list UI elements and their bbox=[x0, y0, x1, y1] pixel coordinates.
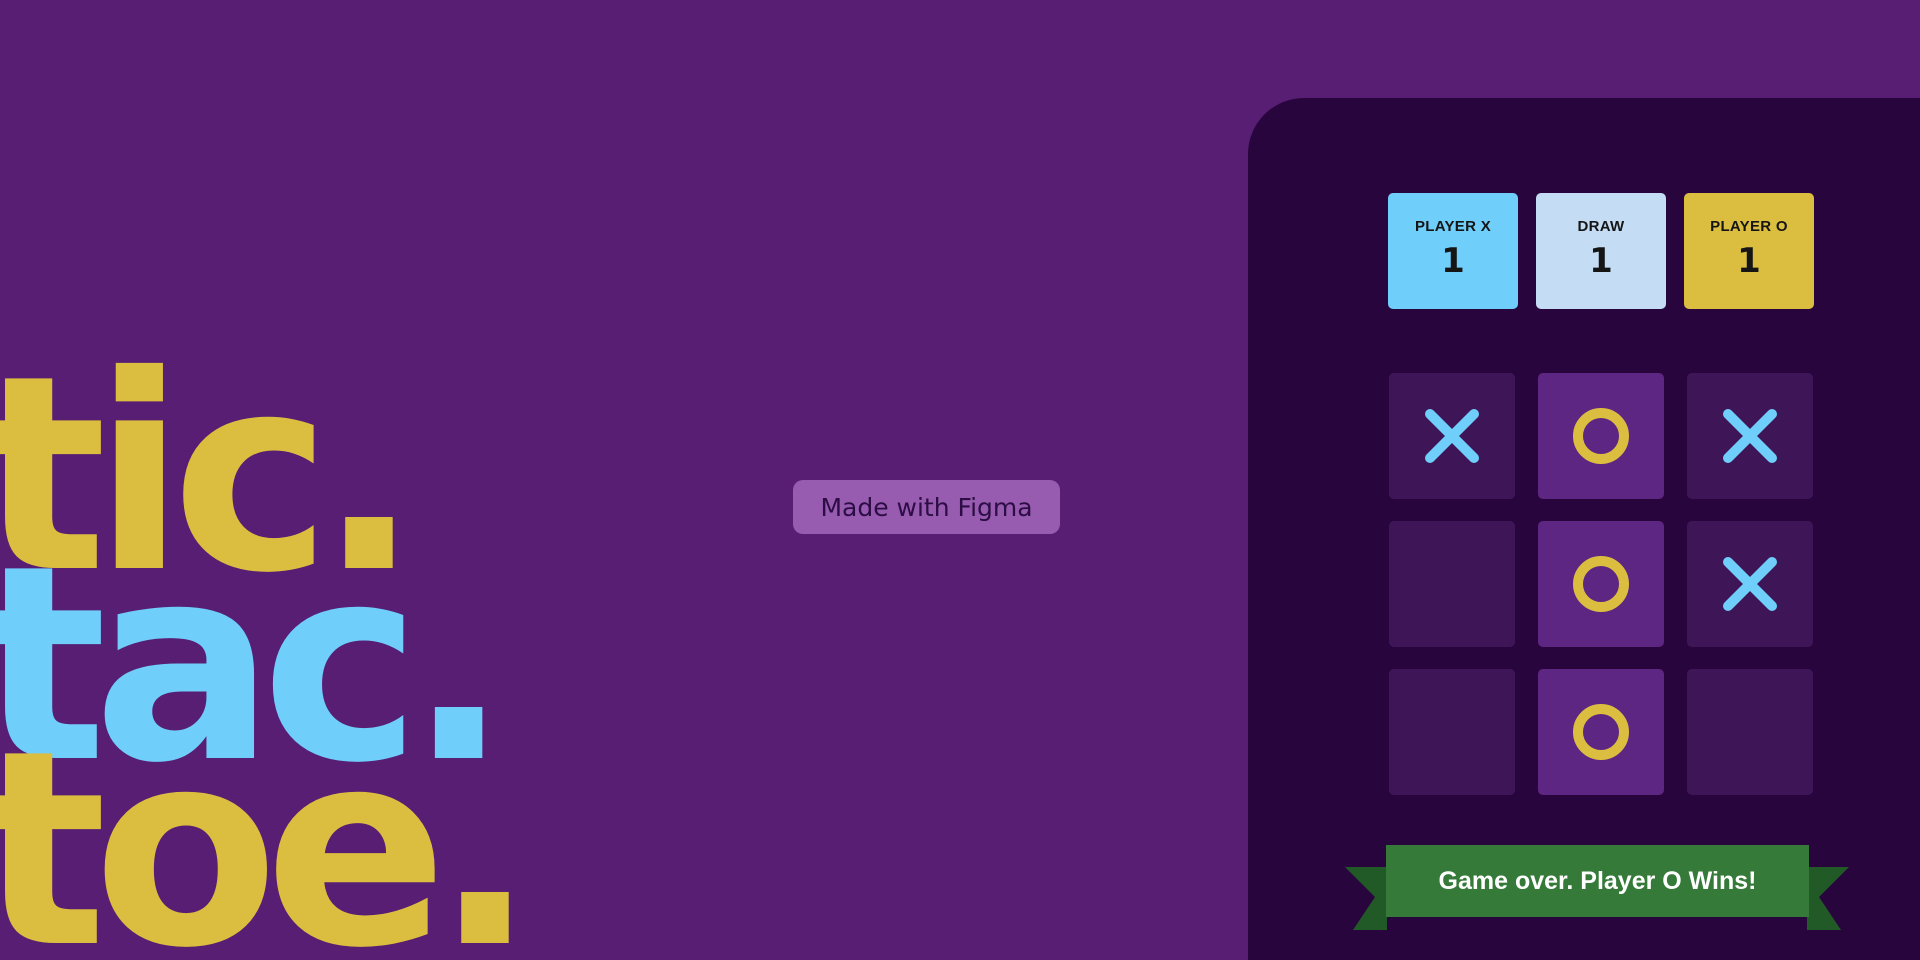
result-message: Game over. Player O Wins! bbox=[1386, 845, 1809, 917]
score-label: PLAYER O bbox=[1710, 218, 1788, 235]
board-cell[interactable] bbox=[1389, 521, 1515, 647]
game-board bbox=[1389, 373, 1813, 797]
game-panel: PLAYER X 1 DRAW 1 PLAYER O 1 bbox=[1248, 98, 1920, 960]
made-with-figma-badge[interactable]: Made with Figma bbox=[793, 480, 1060, 534]
x-mark-icon bbox=[1425, 409, 1479, 463]
score-value: 1 bbox=[1589, 241, 1613, 281]
x-mark-icon bbox=[1723, 557, 1777, 611]
board-cell[interactable] bbox=[1538, 521, 1664, 647]
logo-word-toe: toe. bbox=[0, 692, 536, 960]
board-cell[interactable] bbox=[1687, 521, 1813, 647]
game-logo: tic. tac. toe. bbox=[0, 0, 600, 960]
board-cell[interactable] bbox=[1389, 669, 1515, 795]
board-cell[interactable] bbox=[1538, 669, 1664, 795]
board-cell[interactable] bbox=[1687, 373, 1813, 499]
result-ribbon: Game over. Player O Wins! bbox=[1345, 845, 1849, 930]
score-label: DRAW bbox=[1577, 218, 1625, 235]
o-mark-icon bbox=[1573, 556, 1629, 612]
score-card-player-o: PLAYER O 1 bbox=[1684, 193, 1814, 309]
score-value: 1 bbox=[1441, 241, 1465, 281]
score-value: 1 bbox=[1737, 241, 1761, 281]
o-mark-icon bbox=[1573, 704, 1629, 760]
x-mark-icon bbox=[1723, 409, 1777, 463]
board-cell[interactable] bbox=[1538, 373, 1664, 499]
o-mark-icon bbox=[1573, 408, 1629, 464]
board-cell[interactable] bbox=[1687, 669, 1813, 795]
score-label: PLAYER X bbox=[1414, 218, 1492, 235]
score-card-draw: DRAW 1 bbox=[1536, 193, 1666, 309]
score-card-player-x: PLAYER X 1 bbox=[1388, 193, 1518, 309]
board-cell[interactable] bbox=[1389, 373, 1515, 499]
